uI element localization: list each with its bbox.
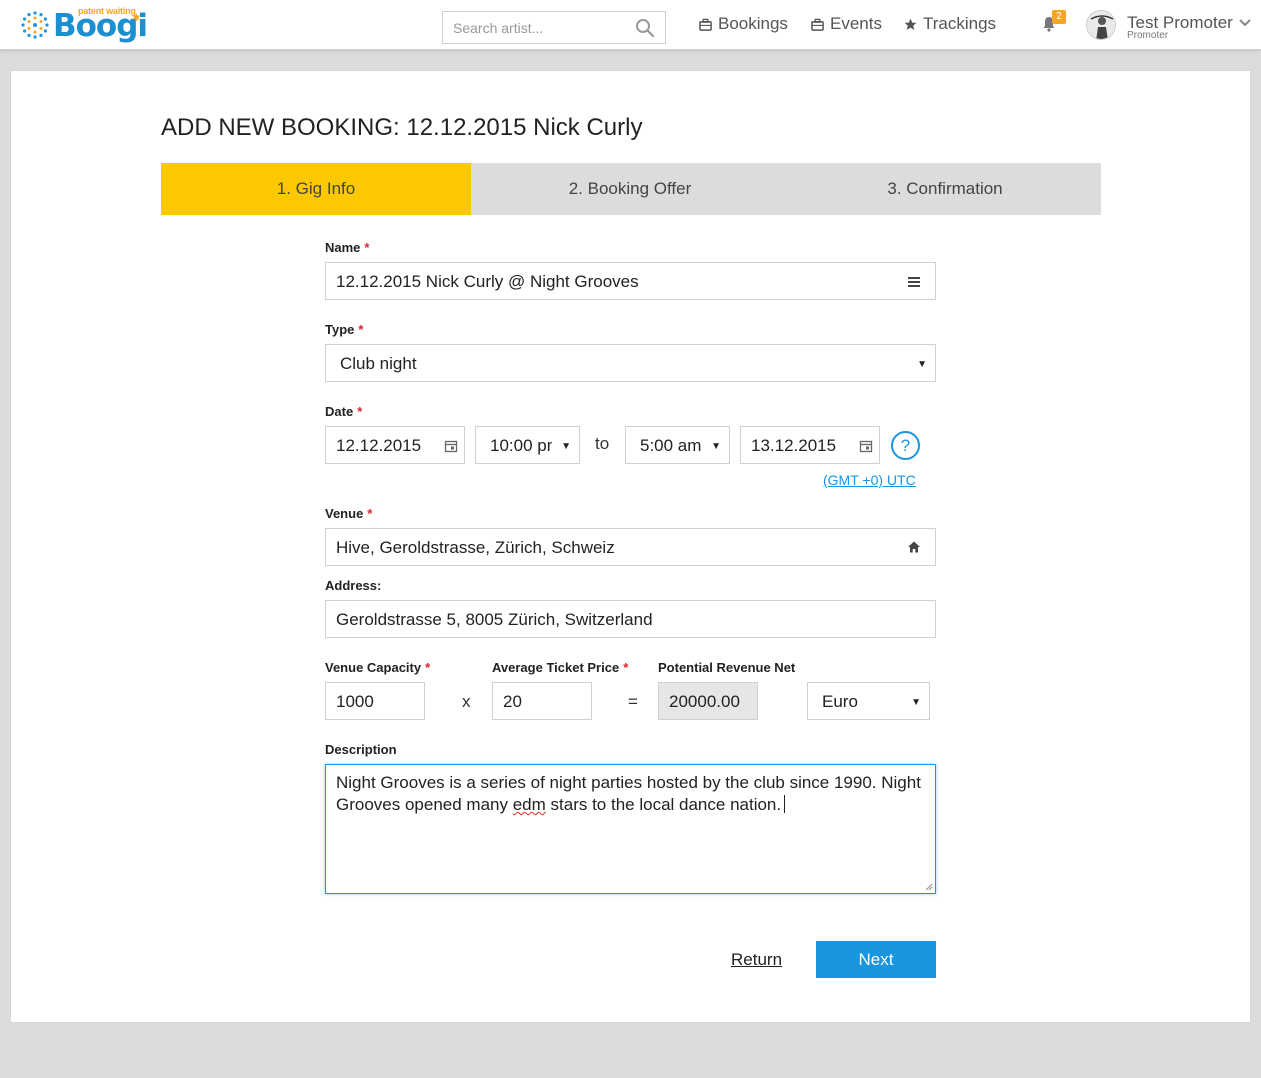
address-value: Geroldstrasse 5, 8005 Zürich, Switzerlan… — [336, 610, 653, 629]
start-date-value: 12.12.2015 — [336, 436, 422, 455]
calendar-icon[interactable] — [444, 439, 458, 453]
type-value: Club night — [340, 354, 417, 373]
logo-star-icon: ✱ — [132, 13, 141, 24]
chevron-down-icon[interactable] — [1238, 16, 1252, 30]
end-date-value: 13.12.2015 — [751, 436, 837, 455]
resize-handle-icon[interactable] — [925, 883, 933, 891]
venue-field[interactable]: Hive, Geroldstrasse, Zürich, Schweiz — [325, 528, 936, 566]
name-label: Name * — [325, 240, 370, 255]
revenue-value: 20000.00 — [669, 692, 740, 711]
currency-value: Euro — [822, 692, 858, 711]
menu-icon[interactable] — [907, 275, 921, 289]
ticket-price-label: Average Ticket Price * — [492, 660, 629, 675]
caret-down-icon: ▼ — [711, 441, 721, 452]
notification-badge: 2 — [1052, 10, 1066, 24]
wizard-steps: 1. Gig Info 2. Booking Offer 3. Confirma… — [161, 163, 1101, 215]
caret-down-icon: ▼ — [911, 697, 921, 708]
nav-bookings[interactable]: Bookings — [699, 14, 788, 34]
capacity-field[interactable]: 1000 — [325, 682, 425, 720]
currency-select[interactable]: Euro ▼ — [807, 682, 930, 720]
description-text: Night Grooves is a series of night parti… — [336, 773, 921, 814]
star-icon — [904, 18, 917, 30]
revenue-field: 20000.00 — [658, 682, 758, 720]
sun-logo-icon — [21, 11, 49, 39]
multiply-sign: x — [462, 692, 471, 711]
capacity-label: Venue Capacity * — [325, 660, 431, 675]
calendar-icon[interactable] — [859, 439, 873, 453]
page-title: ADD NEW BOOKING: 12.12.2015 Nick Curly — [161, 114, 643, 141]
start-time-select[interactable]: 10:00 pm ▼ — [475, 426, 580, 464]
user-photo-icon — [1087, 11, 1115, 39]
start-date-field[interactable]: 12.12.2015 — [325, 426, 465, 464]
help-icon[interactable]: ? — [891, 431, 920, 460]
briefcase-icon — [811, 18, 824, 31]
timezone-link[interactable]: (GMT +0) UTC — [823, 472, 916, 488]
date-label: Date * — [325, 404, 363, 419]
nav-events[interactable]: Events — [811, 14, 882, 34]
revenue-label: Potential Revenue Net — [658, 660, 796, 675]
nav-events-label: Events — [830, 14, 882, 33]
venue-value: Hive, Geroldstrasse, Zürich, Schweiz — [336, 538, 615, 557]
boogi-logo[interactable]: patent waiting Boogi ✱ — [20, 6, 148, 46]
venue-label: Venue * — [325, 506, 373, 521]
address-label: Address: — [325, 578, 382, 593]
avatar[interactable] — [1086, 10, 1116, 40]
name-field[interactable]: 12.12.2015 Nick Curly @ Night Grooves — [325, 262, 936, 300]
nav-trackings-label: Trackings — [923, 14, 997, 33]
name-value: 12.12.2015 Nick Curly @ Night Grooves — [336, 272, 639, 291]
description-textarea[interactable]: Night Grooves is a series of night parti… — [325, 764, 936, 894]
end-time-value: 5:00 am — [640, 436, 702, 455]
start-time-value: 10:00 pm — [490, 436, 552, 455]
step-confirmation[interactable]: 3. Confirmation — [789, 163, 1101, 215]
caret-down-icon: ▼ — [561, 441, 571, 452]
equals-sign: = — [628, 692, 638, 711]
return-link[interactable]: Return — [731, 950, 782, 970]
step-gig-info[interactable]: 1. Gig Info — [161, 163, 471, 215]
to-separator: to — [595, 434, 610, 453]
next-button[interactable]: Next — [816, 941, 936, 978]
home-icon[interactable] — [907, 540, 921, 554]
description-label: Description — [325, 742, 397, 757]
misspelled-word: edm — [512, 795, 546, 814]
type-select[interactable]: Club night ▼ — [325, 344, 936, 382]
search-input[interactable] — [443, 12, 623, 43]
nav-trackings[interactable]: Trackings — [904, 14, 996, 34]
text-cursor — [784, 795, 786, 813]
top-navigation-bar: patent waiting Boogi ✱ Bookings Events T… — [0, 0, 1261, 50]
ticket-price-value: 20 — [503, 692, 522, 711]
artist-search — [442, 11, 666, 44]
end-date-field[interactable]: 13.12.2015 — [740, 426, 880, 464]
search-icon[interactable] — [635, 18, 655, 38]
type-label: Type * — [325, 322, 364, 337]
address-field[interactable]: Geroldstrasse 5, 8005 Zürich, Switzerlan… — [325, 600, 936, 638]
briefcase-icon — [699, 18, 712, 31]
user-role: Promoter — [1127, 30, 1169, 41]
step-booking-offer[interactable]: 2. Booking Offer — [471, 163, 789, 215]
ticket-price-field[interactable]: 20 — [492, 682, 592, 720]
capacity-value: 1000 — [336, 692, 374, 711]
nav-bookings-label: Bookings — [718, 14, 788, 33]
caret-down-icon: ▼ — [917, 359, 927, 370]
end-time-select[interactable]: 5:00 am ▼ — [625, 426, 730, 464]
